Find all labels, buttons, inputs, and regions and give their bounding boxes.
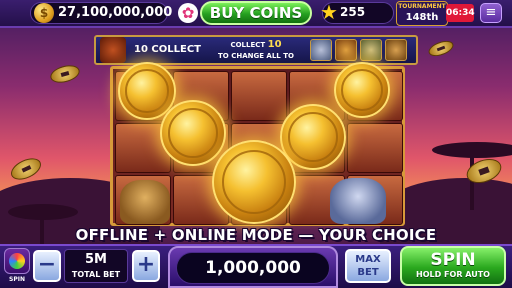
wolf-icon: [310, 39, 332, 61]
flower-icon[interactable]: ✿: [178, 3, 198, 23]
wolf-symbol-icon: [330, 178, 386, 224]
coin-balance: 27,100,000,000: [58, 5, 173, 20]
total-bet-label: TOTAL BET: [71, 270, 121, 279]
spin-wheel-button[interactable]: [4, 248, 30, 274]
tiger-icon: [335, 39, 357, 61]
max-bet-line1: MAX: [355, 254, 381, 265]
tournament-timer: 06:34: [446, 4, 475, 22]
gold-coin-icon: [334, 62, 390, 118]
change-line: TO CHANGE ALL: [218, 52, 281, 60]
increase-bet-button[interactable]: +: [132, 250, 160, 282]
star-icon: ★: [320, 0, 338, 24]
win-amount: 1,000,000: [176, 252, 330, 284]
star-balance: 255: [340, 5, 366, 19]
collect-label: 10 COLLECT: [134, 44, 201, 55]
max-bet-button[interactable]: MAX BET: [345, 249, 391, 283]
collect-count: 10: [267, 39, 282, 50]
tournament-rank: 148th: [405, 12, 439, 23]
spin-sub-label: HOLD FOR AUTO: [416, 270, 490, 279]
lion-icon: [385, 39, 407, 61]
menu-icon: ≡: [485, 5, 497, 20]
total-bet-box: 5M TOTAL BET: [64, 249, 128, 283]
buffalo-icon: [100, 37, 126, 63]
spin-wheel-icon: [9, 253, 25, 269]
buy-coins-button[interactable]: BUY COINS: [200, 1, 312, 25]
reel-cell: [231, 71, 287, 121]
gold-coin-icon: [212, 140, 296, 224]
spin-button[interactable]: SPIN HOLD FOR AUTO: [400, 246, 506, 286]
to-label: TO: [283, 52, 294, 60]
tournament-badge[interactable]: TOURNAMENT 148th: [396, 1, 448, 26]
promo-text: OFFLINE + ONLINE MODE — YOUR CHOICE: [75, 226, 437, 244]
reel-cell: [347, 123, 403, 173]
tournament-label: TOURNAMENT: [398, 3, 446, 10]
spin-wheel-label: SPIN: [9, 276, 25, 283]
acacia-tree-right: [432, 142, 512, 158]
gold-coin-icon: [160, 100, 226, 166]
total-bet-value: 5M: [85, 252, 107, 267]
spin-label: SPIN: [430, 250, 476, 270]
max-bet-line2: BET: [357, 267, 379, 278]
acacia-tree-left: [8, 204, 78, 220]
cheetah-icon: [360, 39, 382, 61]
coin-icon: $: [34, 3, 54, 23]
collect-instructions: COLLECT 10 TO CHANGE ALL TO: [206, 39, 306, 62]
cheetah-symbol-icon: [120, 180, 170, 224]
menu-button[interactable]: ≡: [480, 3, 502, 23]
collect-line: COLLECT: [230, 41, 266, 49]
decrease-bet-button[interactable]: −: [33, 250, 61, 282]
